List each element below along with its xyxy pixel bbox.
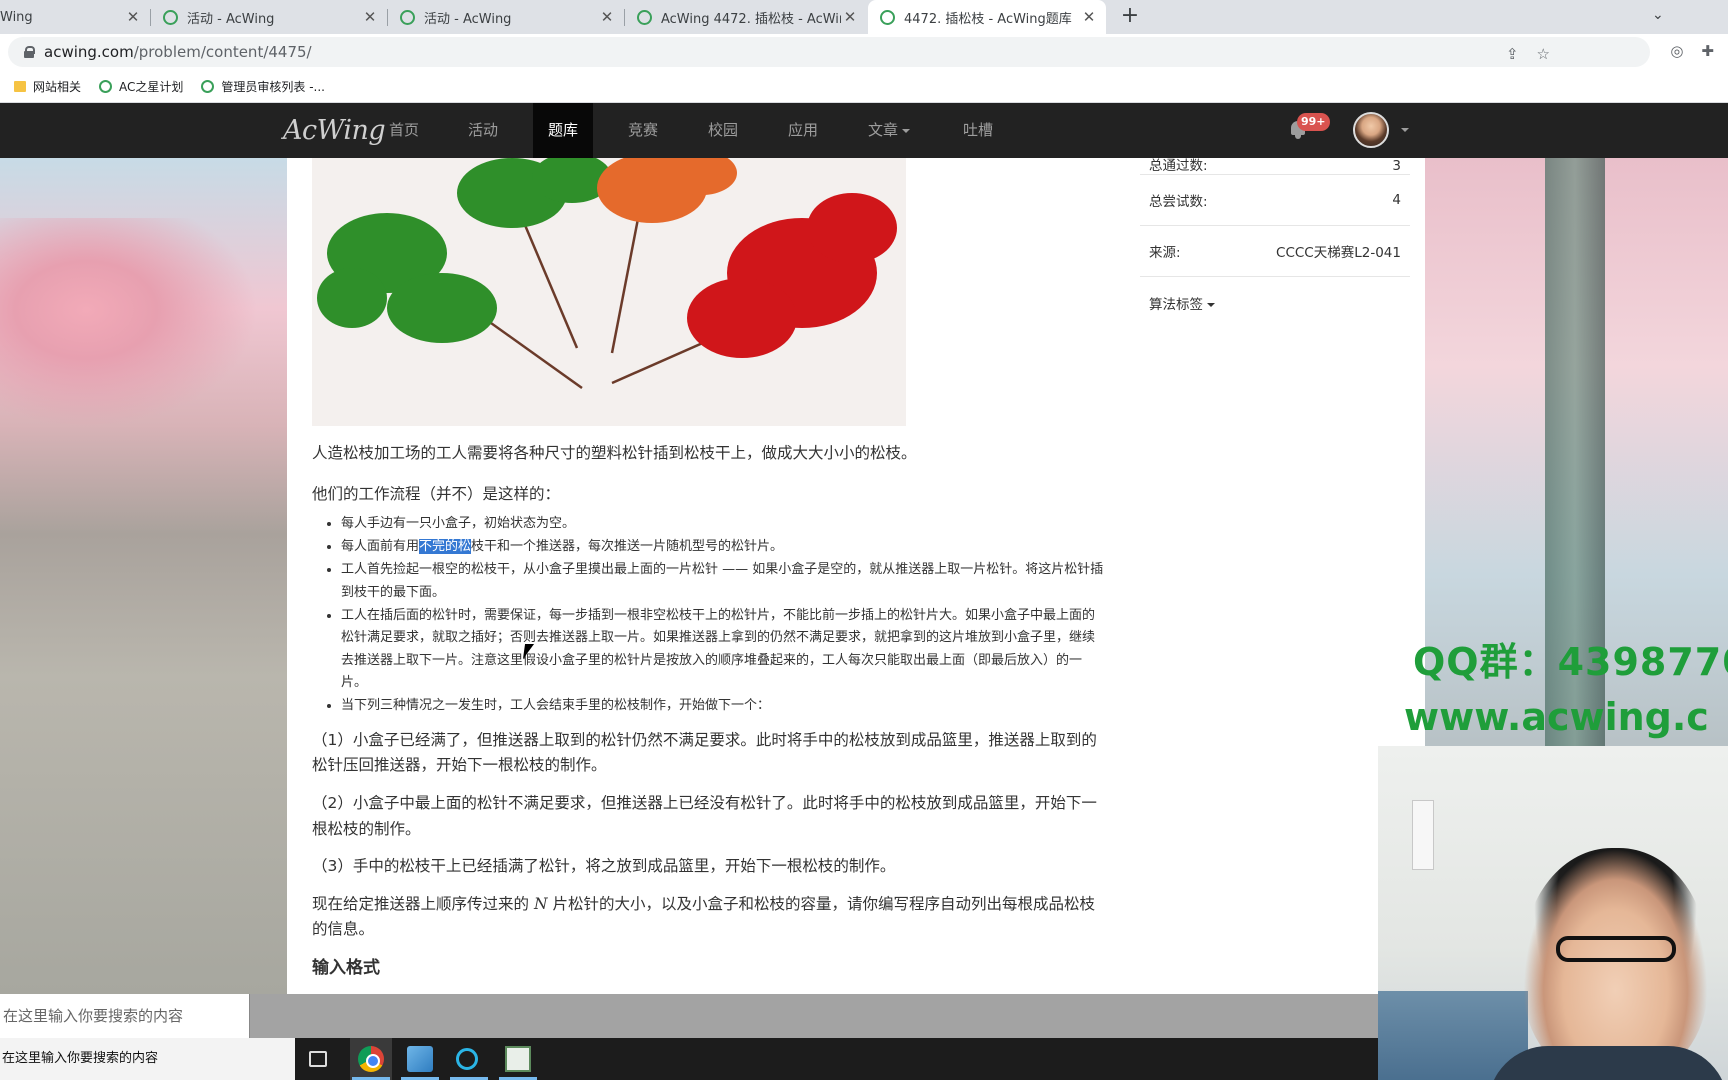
presenter-shirt — [1488, 1046, 1728, 1080]
url-field[interactable]: acwing.com/problem/content/4475/ ⇪ ☆ — [8, 37, 1650, 67]
info-row: 总尝试数: 4 — [1140, 175, 1410, 226]
taskbar-search-input[interactable]: 在这里输入你要搜索的内容 — [0, 1038, 295, 1080]
wall-switch — [1412, 800, 1434, 870]
site-navbar: AcWing 首页 活动 题库 竞赛 校园 应用 文章 吐槽 99+ — [0, 103, 1728, 158]
case-paragraph: （3）手中的松枝干上已经插满了松针，将之放到成品篮里，开始下一根松枝的制作。 — [312, 857, 896, 876]
window-close-icon[interactable] — [1692, 0, 1714, 34]
problem-description: 人造松枝加工场的工人需要将各种尺寸的塑料松针插到松枝干上，做成大大小小的松枝。 … — [312, 441, 1107, 982]
list-item: 工人首先捡起一根空的松枝干，从小盒子里摸出最上面的一片松针 —— 如果小盒子是空… — [341, 559, 1107, 604]
process-intro: 他们的工作流程（并不）是这样的： — [312, 484, 561, 503]
background-art-left — [0, 158, 287, 994]
presenter-glasses — [1556, 936, 1676, 962]
app-icon[interactable] — [456, 1048, 478, 1070]
avatar[interactable] — [1353, 112, 1389, 148]
bookmark-item[interactable]: 管理员审核列表 -... — [201, 78, 325, 95]
new-tab-button[interactable]: + — [1118, 0, 1142, 34]
extension-circle-icon[interactable]: ◎ — [1670, 42, 1683, 60]
nav-home[interactable]: 首页 — [374, 103, 434, 158]
bookmark-item[interactable]: 网站相关 — [14, 78, 81, 95]
notification-badge[interactable]: 99+ — [1297, 113, 1330, 131]
nav-contests[interactable]: 竞赛 — [613, 103, 673, 158]
address-bar: acwing.com/problem/content/4475/ ⇪ ☆ ◎ ✚ — [0, 34, 1728, 70]
folder-icon — [14, 80, 26, 92]
webcam-overlay — [1378, 746, 1728, 1080]
close-tab-icon[interactable]: ✕ — [841, 8, 859, 26]
acwing-favicon — [201, 79, 215, 93]
nav-feedback[interactable]: 吐槽 — [948, 103, 1008, 158]
list-item: 每人面前有用不完的松枝干和一个推送器，每次推送一片随机型号的松针片。 — [341, 536, 1107, 558]
close-tab-icon[interactable]: ✕ — [124, 8, 142, 26]
search-strip: 在这里输入你要搜索的内容 — [0, 994, 1378, 1038]
watermark-qq: QQ群：4398770 — [1413, 640, 1728, 684]
acwing-favicon — [400, 9, 415, 25]
nav-problems[interactable]: 题库 — [533, 103, 594, 158]
watermark-url: www.acwing.c — [1404, 695, 1709, 739]
close-tab-icon[interactable]: ✕ — [361, 8, 379, 26]
task-view-icon[interactable] — [309, 1051, 327, 1067]
search-input[interactable]: 在这里输入你要搜索的内容 — [0, 994, 250, 1038]
taskbar: 在这里输入你要搜索的内容 — [0, 1038, 1378, 1080]
nav-campus[interactable]: 校园 — [693, 103, 753, 158]
problem-intro: 人造松枝加工场的工人需要将各种尺寸的塑料松针插到松枝干上，做成大大小小的松枝。 — [312, 444, 917, 462]
problem-info-panel: 总通过数: 3 总尝试数: 4 来源: CCCC天梯赛L2-041 算法标签 — [1140, 158, 1410, 329]
tab-search-chevron-icon[interactable]: ⌄ — [1652, 0, 1664, 34]
bookmark-star-icon[interactable]: ☆ — [1537, 45, 1550, 63]
share-icon[interactable]: ⇪ — [1506, 45, 1519, 63]
url-path: /problem/content/4475/ — [133, 43, 312, 61]
chevron-down-icon — [1207, 303, 1215, 307]
task-paragraph: 现在给定推送器上顺序传过来的 N 片松针的大小，以及小盒子和松枝的容量，请你编写… — [312, 894, 1095, 939]
math-variable: N — [533, 894, 548, 913]
chevron-down-icon[interactable] — [1401, 128, 1409, 132]
problem-image — [312, 158, 906, 426]
browser-tab[interactable]: 活动 - AcWing ✕ — [388, 0, 624, 34]
url-host: acwing.com — [44, 43, 134, 61]
chrome-icon[interactable] — [358, 1046, 384, 1072]
case-paragraph: （1）小盒子已经满了，但推送器上取到的松针仍然不满足要求。此时将手中的松枝放到成… — [312, 730, 1097, 775]
app-icon[interactable] — [407, 1046, 433, 1072]
bookmark-item[interactable]: AC之星计划 — [99, 78, 183, 95]
acwing-favicon — [637, 9, 652, 25]
acwing-favicon — [99, 79, 113, 93]
browser-tab[interactable]: 活动 - AcWing ✕ — [151, 0, 387, 34]
presenter-face — [1523, 848, 1708, 1078]
text-selection: 不完的松 — [419, 538, 472, 554]
close-tab-icon[interactable]: ✕ — [598, 8, 616, 26]
nav-apps[interactable]: 应用 — [773, 103, 833, 158]
case-paragraph: （2）小盒子中最上面的松针不满足要求，但推送器上已经没有松针了。此时将手中的松枝… — [312, 793, 1097, 838]
process-list: 每人手边有一只小盒子，初始状态为空。 每人面前有用不完的松枝干和一个推送器，每次… — [341, 513, 1107, 718]
acwing-favicon — [880, 9, 895, 25]
list-item: 当下列三种情况之一发生时，工人会结束手里的松枝制作，开始做下一个： — [341, 695, 1107, 717]
acwing-logo[interactable]: AcWing — [283, 115, 386, 146]
browser-tab-bar: Wing ✕ 活动 - AcWing ✕ 活动 - AcWing ✕ AcWin… — [0, 0, 1728, 34]
list-item: 工人在插后面的松针时，需要保证，每一步插到一根非空松枝干上的松针片，不能比前一步… — [341, 605, 1107, 694]
browser-tab[interactable]: Wing ✕ — [0, 0, 150, 34]
nav-activity[interactable]: 活动 — [453, 103, 513, 158]
bookmarks-bar: 网站相关 AC之星计划 管理员审核列表 -... — [0, 70, 1728, 103]
nav-articles[interactable]: 文章 — [853, 103, 925, 158]
algorithm-tags-toggle[interactable]: 算法标签 — [1140, 277, 1410, 329]
list-item: 每人手边有一只小盒子，初始状态为空。 — [341, 513, 1107, 535]
problem-main: 人造松枝加工场的工人需要将各种尺寸的塑料松针插到松枝干上，做成大大小小的松枝。 … — [287, 158, 1425, 994]
close-tab-icon[interactable]: ✕ — [1080, 8, 1098, 26]
browser-tab-active[interactable]: 4472. 插松枝 - AcWing题库 ✕ — [868, 0, 1106, 34]
app-icon[interactable] — [505, 1046, 531, 1072]
input-format-heading: 输入格式 — [312, 957, 380, 978]
acwing-favicon — [163, 9, 178, 25]
browser-tab[interactable]: AcWing 4472. 插松枝 - AcWing ✕ — [625, 0, 867, 34]
info-row: 总通过数: 3 — [1140, 158, 1410, 175]
chevron-down-icon — [902, 128, 911, 133]
lock-icon — [24, 46, 35, 58]
info-row: 来源: CCCC天梯赛L2-041 — [1140, 226, 1410, 277]
extensions-puzzle-icon[interactable]: ✚ — [1701, 42, 1714, 60]
